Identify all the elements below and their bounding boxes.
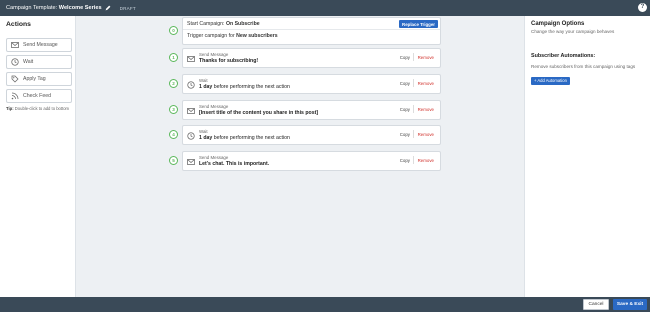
separator bbox=[413, 105, 414, 113]
bottom-bar: Cancel Save & Exit bbox=[0, 297, 650, 312]
pencil-icon[interactable] bbox=[105, 5, 111, 11]
separator bbox=[413, 79, 414, 87]
actions-title: Actions bbox=[6, 21, 31, 28]
step-row: 1 Send Message Thanks for subscribing! C… bbox=[169, 48, 441, 68]
action-label: Check Feed bbox=[23, 93, 51, 99]
top-bar: Campaign Template: Welcome Series DRAFT … bbox=[0, 0, 650, 16]
trigger-desc-prefix: Trigger campaign for bbox=[187, 33, 237, 39]
step-text-rest: before performing the next action bbox=[212, 84, 290, 90]
clock-icon bbox=[11, 58, 19, 66]
step-text: [Insert title of the content you share i… bbox=[199, 110, 318, 116]
step-text: Thanks for subscribing! bbox=[199, 58, 258, 64]
add-automation-button[interactable]: + Add Automation bbox=[531, 76, 570, 85]
automations-title: Subscriber Automations: bbox=[531, 53, 596, 59]
tip-text: Tip: Double-click to add to bottom bbox=[6, 106, 71, 111]
envelope-icon bbox=[11, 41, 19, 49]
trigger-card[interactable]: Start Campaign: On Subscribe Replace Tri… bbox=[182, 17, 441, 45]
envelope-icon bbox=[187, 55, 195, 63]
step-text-rest: before performing the next action bbox=[212, 135, 290, 141]
title-prefix: Campaign Template: bbox=[6, 5, 59, 11]
trigger-start-value: On Subscribe bbox=[225, 21, 260, 27]
help-icon[interactable]: ? bbox=[638, 3, 647, 12]
remove-button[interactable]: Remove bbox=[418, 81, 434, 86]
copy-button[interactable]: Copy bbox=[400, 81, 410, 86]
step-card[interactable]: Send Message [Insert title of the conten… bbox=[182, 100, 441, 120]
step-number: 3 bbox=[169, 105, 178, 114]
step-card[interactable]: Wait 1 day before performing the next ac… bbox=[182, 125, 441, 145]
trigger-row: 0 Start Campaign: On Subscribe Replace T… bbox=[169, 17, 441, 45]
step-card[interactable]: Wait 1 day before performing the next ac… bbox=[182, 74, 441, 94]
trigger-description: Trigger campaign for New subscribers bbox=[187, 33, 278, 39]
remove-button[interactable]: Remove bbox=[418, 55, 434, 60]
step-text-bold: 1 day bbox=[199, 135, 213, 141]
separator bbox=[413, 130, 414, 138]
step-text-bold: Thanks for subscribing! bbox=[199, 58, 259, 64]
copy-button[interactable]: Copy bbox=[400, 55, 410, 60]
step-kind: Send Message bbox=[199, 104, 229, 109]
automations-description: Remove subscribers from this campaign us… bbox=[531, 64, 636, 69]
trigger-start: Start Campaign: On Subscribe bbox=[187, 21, 260, 27]
copy-button[interactable]: Copy bbox=[400, 107, 410, 112]
divider bbox=[183, 29, 440, 30]
separator bbox=[413, 156, 414, 164]
tip-body: Double-click to add to bottom bbox=[13, 106, 70, 111]
tip-label: Tip: bbox=[6, 106, 14, 111]
step-kind: Wait bbox=[199, 129, 208, 134]
remove-button[interactable]: Remove bbox=[418, 107, 434, 112]
step-text: 1 day before performing the next action bbox=[199, 84, 290, 90]
action-label: Wait bbox=[23, 59, 34, 65]
remove-button[interactable]: Remove bbox=[418, 132, 434, 137]
trigger-desc-value: New subscribers bbox=[236, 33, 278, 39]
options-title: Campaign Options bbox=[531, 21, 585, 27]
action-wait[interactable]: Wait bbox=[6, 55, 72, 69]
action-label: Send Message bbox=[23, 42, 58, 48]
step-text-bold: Let's chat. This is important. bbox=[199, 161, 270, 167]
clock-icon bbox=[187, 81, 195, 89]
copy-button[interactable]: Copy bbox=[400, 132, 410, 137]
action-send-message[interactable]: Send Message bbox=[6, 38, 72, 52]
workflow-canvas: 0 Start Campaign: On Subscribe Replace T… bbox=[77, 16, 524, 297]
step-text: Let's chat. This is important. bbox=[199, 161, 269, 167]
step-number: 2 bbox=[169, 79, 178, 88]
step-card[interactable]: Send Message Thanks for subscribing! Cop… bbox=[182, 48, 441, 68]
clock-icon bbox=[187, 132, 195, 140]
envelope-icon bbox=[187, 107, 195, 115]
step-row: 3 Send Message [Insert title of the cont… bbox=[169, 100, 441, 120]
step-number: 1 bbox=[169, 53, 178, 62]
action-check-feed[interactable]: Check Feed bbox=[6, 89, 72, 103]
step-row: 4 Wait 1 day before performing the next … bbox=[169, 125, 441, 145]
envelope-icon bbox=[187, 158, 195, 166]
step-kind: Send Message bbox=[199, 155, 229, 160]
step-text-bold: 1 day bbox=[199, 84, 213, 90]
step-number: 4 bbox=[169, 130, 178, 139]
trigger-start-label: Start Campaign: bbox=[187, 21, 226, 27]
action-label: Apply Tag bbox=[23, 76, 46, 82]
rss-icon bbox=[11, 92, 19, 100]
tag-icon bbox=[11, 75, 19, 83]
cancel-button[interactable]: Cancel bbox=[583, 299, 609, 310]
campaign-options-panel: Campaign Options Change the way your cam… bbox=[524, 16, 650, 297]
step-card[interactable]: Send Message Let's chat. This is importa… bbox=[182, 151, 441, 171]
step-row: 2 Wait 1 day before performing the next … bbox=[169, 74, 441, 94]
page-title: Campaign Template: Welcome Series bbox=[6, 5, 102, 11]
step-number: 0 bbox=[169, 26, 178, 35]
campaign-name: Welcome Series bbox=[58, 5, 102, 11]
step-text-bold: [Insert title of the content you share i… bbox=[199, 110, 319, 116]
step-row: 5 Send Message Let's chat. This is impor… bbox=[169, 151, 441, 171]
copy-button[interactable]: Copy bbox=[400, 158, 410, 163]
actions-panel: Actions Send Message Wait Apply Tag Chec… bbox=[0, 16, 76, 297]
remove-button[interactable]: Remove bbox=[418, 158, 434, 163]
step-kind: Wait bbox=[199, 78, 208, 83]
save-exit-button[interactable]: Save & Exit bbox=[613, 299, 647, 310]
separator bbox=[413, 53, 414, 61]
step-text: 1 day before performing the next action bbox=[199, 135, 290, 141]
replace-trigger-button[interactable]: Replace Trigger bbox=[399, 20, 438, 28]
step-number: 5 bbox=[169, 156, 178, 165]
action-apply-tag[interactable]: Apply Tag bbox=[6, 72, 72, 86]
status-badge: DRAFT bbox=[119, 5, 136, 11]
options-subtitle: Change the way your campaign behaves bbox=[531, 29, 615, 34]
step-kind: Send Message bbox=[199, 52, 229, 57]
